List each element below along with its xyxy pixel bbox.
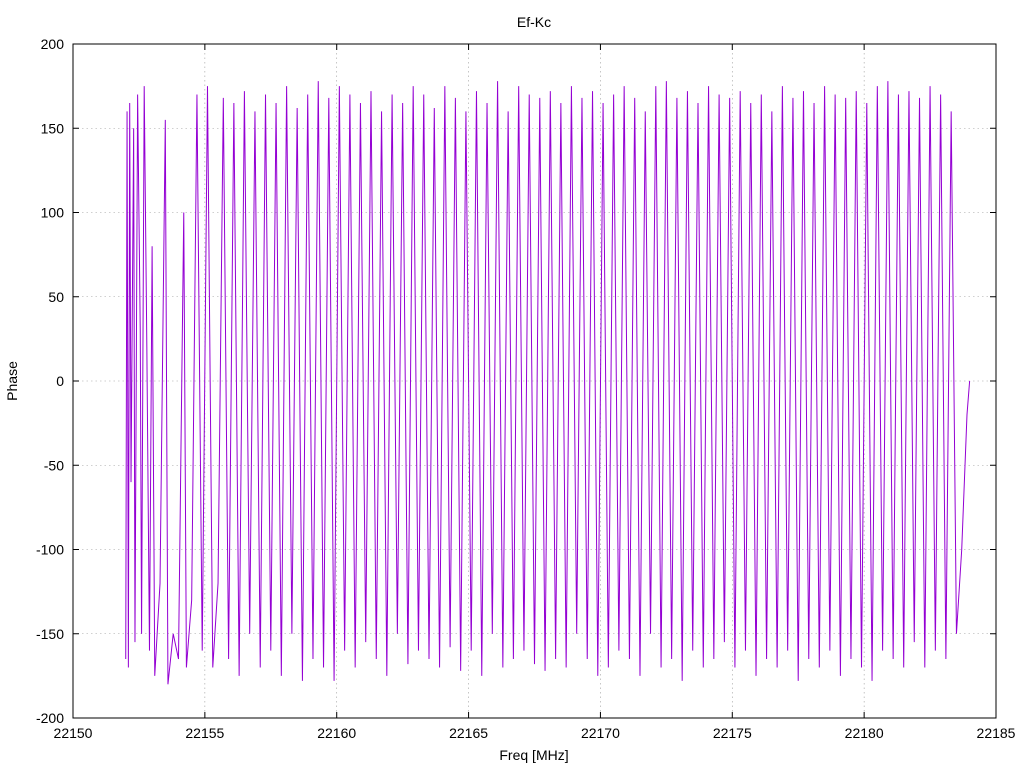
x-tick-label: 22185 (977, 725, 1016, 741)
phase-series-line (125, 81, 971, 685)
chart-title: Ef-Kc (517, 14, 551, 30)
x-tick-label: 22175 (713, 725, 752, 741)
y-tick-label: -150 (36, 626, 64, 642)
x-tick-label: 22170 (581, 725, 620, 741)
y-tick-label: -200 (36, 710, 64, 726)
x-tick-label: 22160 (317, 725, 356, 741)
y-axis-label: Phase (4, 361, 20, 401)
x-tick-label: 22180 (845, 725, 884, 741)
y-tick-label: -100 (36, 542, 64, 558)
y-tick-label: -50 (44, 457, 64, 473)
x-tick-label: 22165 (449, 725, 488, 741)
y-tick-label: 100 (41, 205, 65, 221)
x-tick-label: 22155 (185, 725, 224, 741)
phase-chart: Ef-Kc 22150 22155 22160 22165 22170 22175 2218… (4, 14, 1016, 763)
y-tick-label: 150 (41, 120, 65, 136)
y-tick-label: 50 (48, 289, 64, 305)
x-axis-label: Freq [MHz] (499, 747, 568, 763)
series-group (125, 81, 971, 685)
y-tick-label: 0 (56, 373, 64, 389)
x-tick-label: 22150 (54, 725, 93, 741)
y-tick-label: 200 (41, 36, 65, 52)
